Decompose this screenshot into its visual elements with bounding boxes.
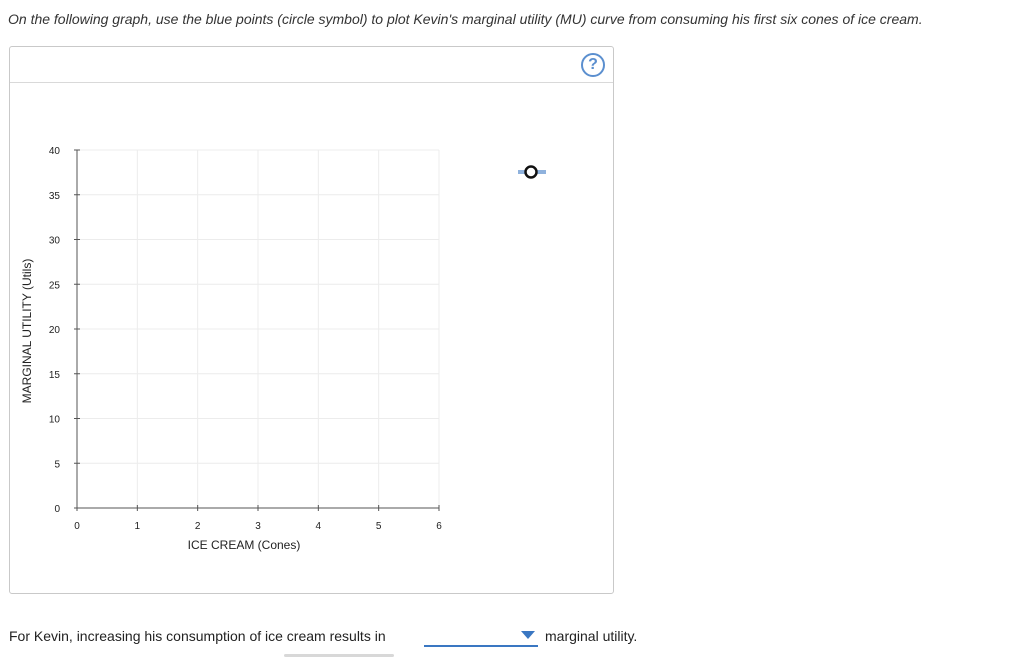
graph-panel: ? [9,46,614,594]
circle-point-tool-icon[interactable] [524,165,538,179]
question-prefix: For Kevin, increasing his consumption of… [9,628,386,644]
question-suffix: marginal utility. [545,628,638,644]
answer-dropdown[interactable] [424,627,538,647]
help-icon[interactable]: ? [581,53,605,77]
instruction-text: On the following graph, use the blue poi… [8,11,923,27]
graph-panel-header: ? [10,47,613,83]
chevron-down-icon[interactable] [521,631,535,639]
